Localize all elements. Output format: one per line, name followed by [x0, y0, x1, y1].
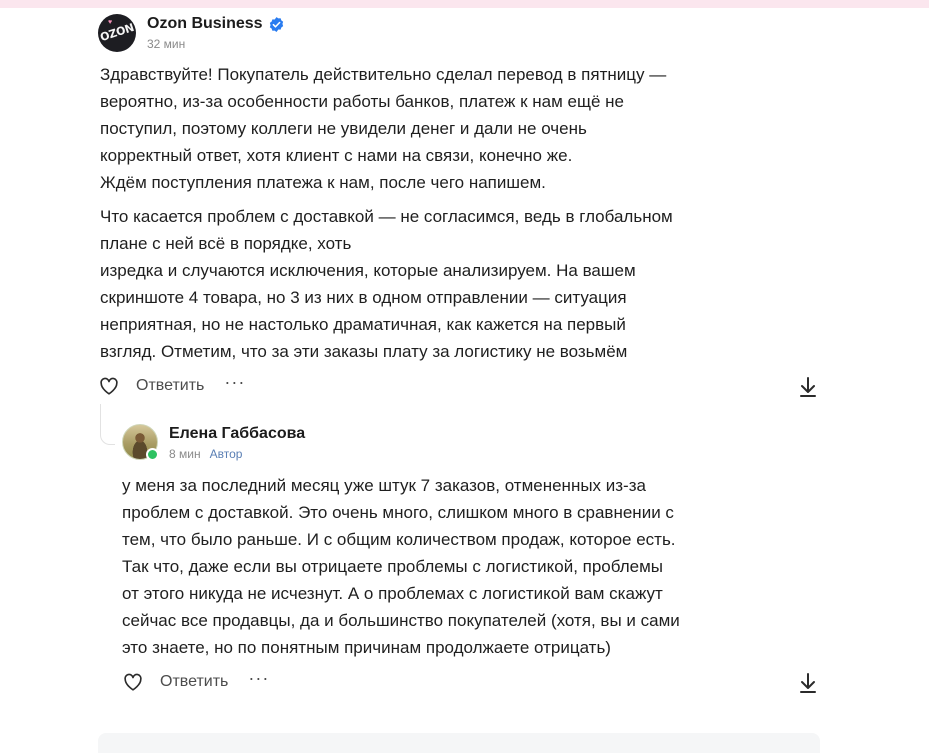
ozon-logo-text: OZON — [98, 20, 136, 45]
reply-button[interactable]: Ответить — [160, 673, 228, 691]
reply-button[interactable]: Ответить — [136, 377, 204, 395]
verified-badge-icon — [269, 16, 283, 32]
comment-author-name[interactable]: Ozon Business — [147, 14, 263, 34]
author-badge: Автор — [209, 447, 243, 461]
like-heart-icon[interactable] — [122, 671, 144, 693]
user-photo-avatar[interactable] — [122, 424, 159, 461]
more-options-icon[interactable]: ··· — [248, 669, 269, 691]
comment-header-elena: Елена Габбасова 8 мин Автор — [122, 424, 305, 462]
reply-thread-line — [100, 404, 115, 445]
online-status-dot — [146, 448, 159, 461]
comment-author-name[interactable]: Елена Габбасова — [169, 424, 305, 444]
download-arrow-icon[interactable] — [798, 672, 818, 694]
next-comment-box — [98, 733, 820, 753]
comment-actions: Ответить ··· — [98, 373, 245, 397]
more-options-icon[interactable]: ··· — [224, 373, 245, 395]
comment-text-elena: у меня за последний месяц уже штук 7 зак… — [122, 472, 742, 661]
top-banner-strip — [0, 0, 929, 8]
comment-actions: Ответить ··· — [122, 669, 269, 693]
ozon-logo-avatar[interactable]: ♥ OZON — [98, 14, 136, 52]
download-arrow-icon[interactable] — [798, 376, 818, 398]
comment-paragraph: Что касается проблем с доставкой — не со… — [100, 207, 673, 361]
like-heart-icon[interactable] — [98, 375, 120, 397]
comment-timestamp: 32 мин — [147, 37, 186, 51]
comment-paragraph: у меня за последний месяц уже штук 7 зак… — [122, 476, 680, 657]
comment-header-ozon: ♥ OZON Ozon Business 32 мин — [98, 14, 285, 52]
comment-timestamp: 8 мин — [169, 447, 201, 461]
comment-text-ozon: Здравствуйте! Покупатель действительно с… — [100, 61, 730, 365]
comment-paragraph: Здравствуйте! Покупатель действительно с… — [100, 65, 667, 192]
